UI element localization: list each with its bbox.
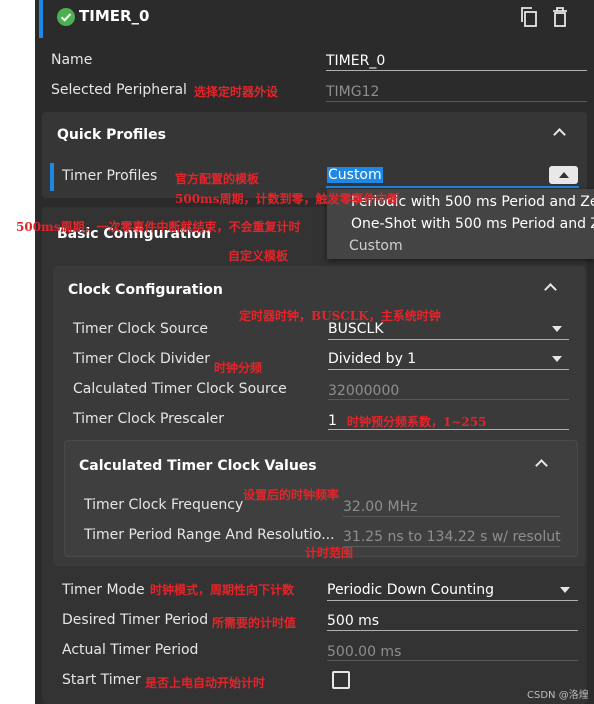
timer-mode-underline bbox=[327, 600, 578, 601]
period-range-value: 31.25 ns to 134.22 s w/ resoluti bbox=[343, 529, 561, 545]
calc-clock-source-label: Calculated Timer Clock Source bbox=[73, 381, 287, 397]
timer-profiles-value: Custom bbox=[327, 167, 383, 183]
period-range-underline bbox=[343, 546, 560, 547]
clock-source-label: Timer Clock Source bbox=[73, 321, 209, 337]
annotation-divider: 时钟分频 bbox=[214, 361, 263, 375]
quick-profiles-title: Quick Profiles bbox=[57, 127, 166, 143]
module-title: TIMER_0 bbox=[79, 7, 150, 25]
profiles-accent-bar bbox=[50, 163, 54, 191]
clock-divider-label: Timer Clock Divider bbox=[73, 351, 211, 367]
annotation-mode: 时钟模式，周期性向下计数 bbox=[150, 583, 295, 597]
name-underline bbox=[326, 70, 587, 71]
clock-divider-select[interactable]: Divided by 1 bbox=[328, 351, 416, 367]
desired-period-underline bbox=[327, 630, 578, 631]
check-circle-icon bbox=[57, 8, 75, 26]
profile-option-oneshot[interactable]: One-Shot with 500 ms Period and Ze bbox=[351, 216, 594, 232]
delete-icon[interactable] bbox=[552, 7, 568, 27]
prescaler-input[interactable]: 1 bbox=[328, 413, 337, 429]
calc-clock-source-value: 32000000 bbox=[328, 383, 400, 399]
annotation-range: 计时范围 bbox=[305, 546, 354, 560]
watermark: CSDN @洛煌 bbox=[527, 690, 589, 701]
clock-source-select[interactable]: BUSCLK bbox=[328, 321, 384, 337]
annotation-start: 是否上电自动开始计时 bbox=[145, 676, 266, 690]
clock-frequency-label: Timer Clock Frequency bbox=[84, 497, 244, 513]
profiles-underline bbox=[326, 186, 579, 188]
period-range-label: Timer Period Range And Resolutio... bbox=[84, 527, 335, 543]
clock-source-underline bbox=[328, 339, 569, 340]
peripheral-value: TIMG12 bbox=[326, 84, 380, 100]
desired-period-label: Desired Timer Period bbox=[62, 612, 209, 628]
header-accent-bar bbox=[39, 0, 43, 38]
timer-mode-label: Timer Mode bbox=[62, 582, 145, 598]
clock-frequency-underline bbox=[343, 516, 560, 517]
caret-up-icon bbox=[559, 172, 569, 178]
annotation-custom: 自定义模板 bbox=[228, 249, 289, 263]
annotation-peripheral: 选择定时器外设 bbox=[194, 85, 279, 99]
peripheral-label: Selected Peripheral bbox=[51, 82, 187, 98]
clock-divider-underline bbox=[328, 369, 569, 370]
prescaler-label: Timer Clock Prescaler bbox=[73, 411, 225, 427]
actual-period-label: Actual Timer Period bbox=[62, 642, 199, 658]
timer-mode-select[interactable]: Periodic Down Counting bbox=[327, 582, 494, 598]
peripheral-underline bbox=[326, 101, 587, 102]
annotation-frequency: 设置后的时钟频率 bbox=[243, 488, 340, 502]
annotation-desired: 所需要的计时值 bbox=[212, 616, 297, 630]
calc-clock-source-underline bbox=[328, 399, 569, 400]
annotation-periodic: 500ms周期，计数到零，触发零事件中断 bbox=[175, 192, 400, 206]
start-timer-checkbox[interactable] bbox=[332, 671, 350, 689]
timer-profiles-select[interactable]: Custom bbox=[326, 166, 579, 187]
profile-option-custom[interactable]: Custom bbox=[349, 238, 403, 254]
timer-profiles-label: Timer Profiles bbox=[62, 168, 158, 184]
clock-frequency-value: 32.00 MHz bbox=[343, 499, 418, 515]
dropdown-toggle-icon[interactable] bbox=[549, 166, 578, 184]
clock-divider-caret-icon[interactable] bbox=[552, 356, 562, 362]
prescaler-underline bbox=[328, 429, 569, 430]
calc-values-title: Calculated Timer Clock Values bbox=[79, 458, 317, 474]
properties-panel: TIMER_0 Name TIMER_0 Selected Peripheral… bbox=[35, 0, 594, 704]
name-input[interactable]: TIMER_0 bbox=[326, 53, 385, 69]
desired-period-input[interactable]: 500 ms bbox=[327, 613, 379, 629]
clock-source-caret-icon[interactable] bbox=[552, 326, 562, 332]
annotation-prescaler: 时钟预分频系数，1~255 bbox=[347, 415, 487, 429]
copy-icon[interactable] bbox=[520, 7, 538, 27]
actual-period-value: 500.00 ms bbox=[327, 644, 402, 660]
annotation-profiles: 官方配置的模板 bbox=[175, 172, 260, 186]
timer-mode-caret-icon[interactable] bbox=[560, 587, 570, 593]
clock-config-title: Clock Configuration bbox=[68, 282, 223, 298]
annotation-oneshot: 500ms周期，一次零事件中断就结束，不会重复计时 bbox=[16, 220, 301, 234]
actual-period-underline bbox=[327, 660, 578, 661]
name-label: Name bbox=[51, 52, 93, 68]
start-timer-label: Start Timer bbox=[62, 672, 141, 688]
